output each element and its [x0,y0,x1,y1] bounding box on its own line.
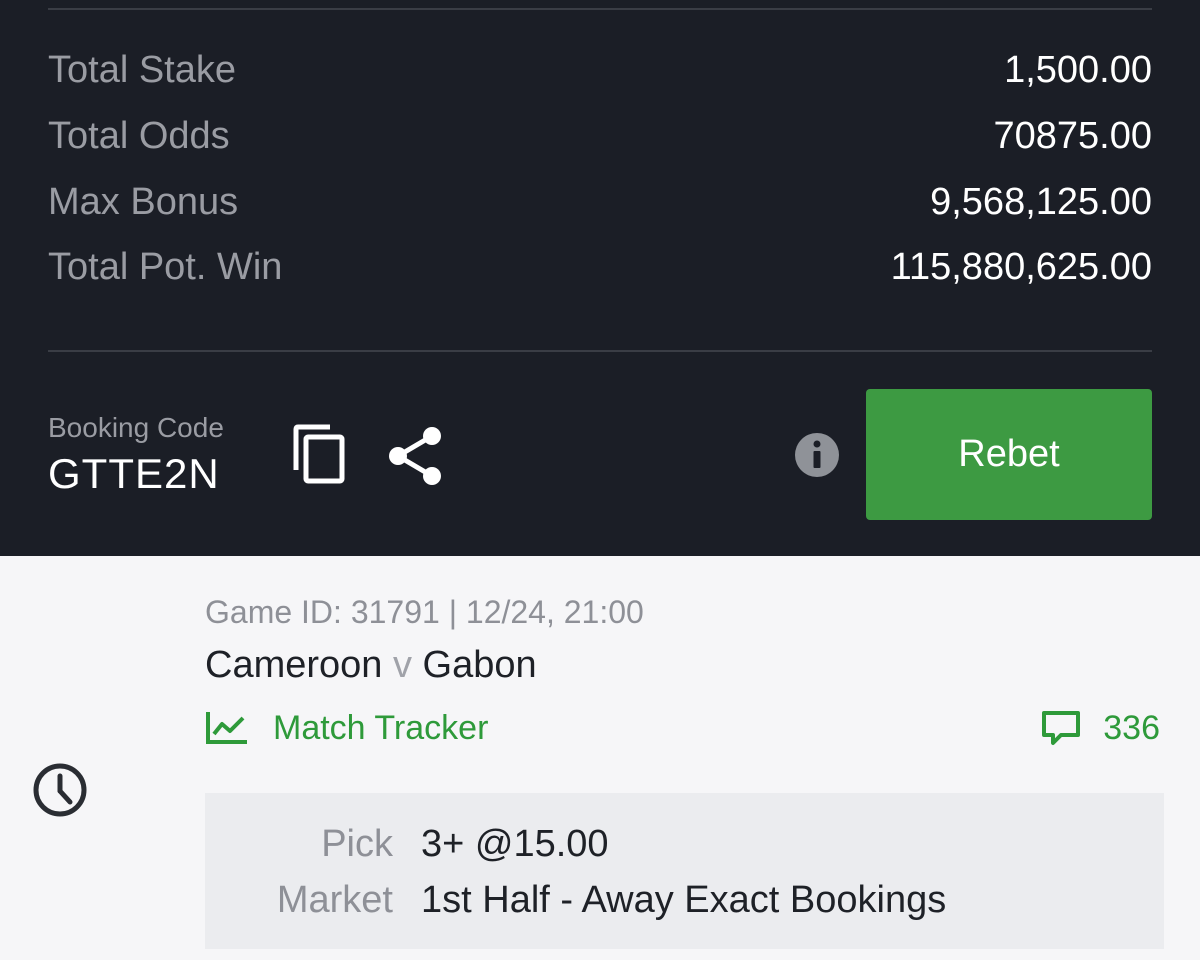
match-tracker-link[interactable]: Match Tracker [205,706,488,750]
summary-divider [48,350,1152,352]
home-team: Cameroon [205,644,383,686]
pot-win-value: 115,880,625.00 [890,245,1152,288]
pick-value: 3+ @15.00 [421,822,609,865]
pick-label: Pick [321,822,393,865]
copy-icon[interactable] [292,424,346,484]
total-odds-label: Total Odds [48,114,230,157]
clock-icon [32,762,88,818]
pick-details: Pick 3+ @15.00 Market 1st Half - Away Ex… [205,793,1164,949]
total-odds-row: Total Odds 70875.00 [48,111,1152,161]
info-icon[interactable] [794,432,840,478]
comments-count: 336 [1103,708,1160,747]
max-bonus-value: 9,568,125.00 [930,180,1152,223]
max-bonus-label: Max Bonus [48,180,239,223]
game-meta: Game ID: 31791 | 12/24, 21:00 [205,594,644,630]
total-odds-value: 70875.00 [993,114,1153,157]
booking-code-label: Booking Code [48,412,224,443]
total-stake-label: Total Stake [48,48,236,91]
versus-label: v [392,644,412,686]
pot-win-row: Total Pot. Win 115,880,625.00 [48,242,1152,292]
booking-code: GTTE2N [48,450,220,497]
market-value: 1st Half - Away Exact Bookings [421,878,947,921]
market-label: Market [276,878,393,921]
rebet-button[interactable]: Rebet [866,389,1152,520]
away-team: Gabon [422,644,537,686]
total-stake-value: 1,500.00 [1004,48,1152,91]
market-row: Market 1st Half - Away Exact Bookings [205,875,1164,925]
top-divider [48,8,1152,10]
comment-icon [1042,711,1081,745]
match-tracker-label: Match Tracker [273,708,489,747]
match-title[interactable]: Cameroon v Gabon [205,644,537,687]
share-icon[interactable] [388,426,444,486]
match-tracker-icon [206,712,247,744]
pot-win-label: Total Pot. Win [48,245,283,288]
pick-row: Pick 3+ @15.00 [205,819,1164,869]
total-stake-row: Total Stake 1,500.00 [48,45,1152,95]
comments-button[interactable]: 336 [1041,706,1160,750]
bet-summary-panel: Total Stake 1,500.00 Total Odds 70875.00… [0,0,1200,556]
max-bonus-row: Max Bonus 9,568,125.00 [48,177,1152,227]
